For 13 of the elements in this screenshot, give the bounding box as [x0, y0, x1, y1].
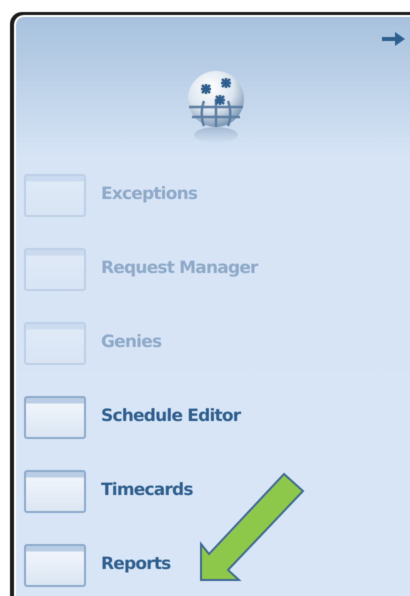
nav-item[interactable]: Reports	[101, 552, 170, 578]
window-icon	[24, 174, 86, 216]
window-icon	[24, 470, 86, 512]
nav-item: Genies	[101, 331, 162, 354]
window-icon	[24, 248, 86, 290]
nav-item: Request Manager	[101, 257, 258, 280]
nav-item[interactable]: Schedule Editor	[101, 404, 240, 430]
arrow-right-icon[interactable]	[382, 31, 406, 47]
window-icon	[24, 396, 86, 438]
nav-item[interactable]: Timecards	[101, 478, 193, 504]
window-icon	[24, 322, 86, 364]
window-icon	[24, 544, 86, 586]
nav-item: Exceptions	[101, 183, 198, 206]
